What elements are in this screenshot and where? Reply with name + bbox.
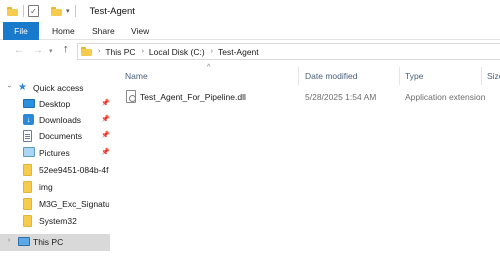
up-arrow-icon[interactable]: ↑ xyxy=(63,43,69,55)
pin-icon[interactable]: 📌 xyxy=(101,99,110,107)
sidebar-item-this-pc[interactable]: › This PC xyxy=(0,234,110,251)
breadcrumb-local-disk[interactable]: Local Disk (C:) xyxy=(149,47,205,57)
column-header-date-modified[interactable]: Date modified xyxy=(305,71,357,81)
address-bar[interactable]: › This PC › Local Disk (C:) › Test-Agent xyxy=(77,43,500,60)
sidebar-item-label: Desktop xyxy=(39,99,71,109)
sidebar-item-label: Downloads xyxy=(39,115,82,125)
documents-icon xyxy=(23,130,32,142)
customize-dropdown-icon[interactable]: ▾ xyxy=(66,7,70,15)
folder-icon xyxy=(7,6,18,16)
column-divider[interactable] xyxy=(399,67,400,85)
window-title: Test-Agent xyxy=(89,5,135,17)
column-header-name[interactable]: Name xyxy=(125,71,148,81)
sidebar-item-documents[interactable]: Documents 📌 xyxy=(0,128,110,144)
folder-icon xyxy=(23,198,32,210)
folder-icon xyxy=(81,47,92,56)
tab-file[interactable]: File xyxy=(3,22,39,40)
sidebar-item-label: M3G_Exc_Signature xyxy=(39,199,109,209)
file-date-modified: 5/28/2025 1:54 AM xyxy=(305,92,377,102)
column-header-type[interactable]: Type xyxy=(405,71,423,81)
sidebar-item-label: Documents xyxy=(39,131,82,141)
toolbar-divider xyxy=(74,5,76,17)
folder-icon xyxy=(23,181,32,193)
file-type: Application extension xyxy=(405,92,486,102)
chevron-down-icon[interactable]: › xyxy=(6,85,13,87)
pictures-icon xyxy=(23,147,35,157)
tab-view[interactable]: View xyxy=(131,22,149,40)
breadcrumb-test-agent[interactable]: Test-Agent xyxy=(218,47,259,57)
column-divider[interactable] xyxy=(298,67,299,85)
table-row[interactable]: Test_Agent_For_Pipeline.dll 5/28/2025 1:… xyxy=(120,89,500,105)
sort-ascending-icon: ^ xyxy=(207,64,211,71)
sidebar-item-downloads[interactable]: ↓ Downloads 📌 xyxy=(0,112,110,128)
sidebar-item-quick-access[interactable]: › ★ Quick access xyxy=(0,80,110,96)
pin-icon[interactable]: 📌 xyxy=(101,115,110,123)
new-folder-icon[interactable] xyxy=(51,6,62,16)
sidebar-item-label: Quick access xyxy=(33,83,84,93)
properties-check-icon[interactable]: ✓ xyxy=(28,5,39,17)
downloads-icon: ↓ xyxy=(23,114,34,125)
column-divider[interactable] xyxy=(481,67,482,85)
title-bar: ✓ ▾ Test-Agent xyxy=(0,0,500,22)
desktop-icon xyxy=(23,99,35,108)
sidebar-item-label: 52ee9451-084b-4fc6 xyxy=(39,165,109,175)
sidebar-item-img[interactable]: img xyxy=(0,179,110,195)
tab-share[interactable]: Share xyxy=(92,22,115,40)
tab-home[interactable]: Home xyxy=(52,22,75,40)
forward-arrow-icon[interactable]: → xyxy=(33,45,43,56)
recent-locations-chevron-icon[interactable]: ▾ xyxy=(49,47,53,55)
chevron-right-icon[interactable]: › xyxy=(142,48,144,55)
sidebar-item-label: System32 xyxy=(39,216,77,226)
pin-icon[interactable]: 📌 xyxy=(101,148,110,156)
pin-icon[interactable]: 📌 xyxy=(101,131,110,139)
sidebar-item-label: Pictures xyxy=(39,148,70,158)
sidebar-item-m3g-exc-signature[interactable]: M3G_Exc_Signature xyxy=(0,196,110,212)
star-icon: ★ xyxy=(18,82,27,93)
dll-file-icon xyxy=(126,90,136,103)
computer-icon xyxy=(18,237,30,246)
ribbon-tabs: File Home Share View xyxy=(0,22,500,40)
chevron-right-icon[interactable]: › xyxy=(8,237,10,244)
column-header-size[interactable]: Size xyxy=(487,71,500,81)
chevron-right-icon[interactable]: › xyxy=(211,48,213,55)
folder-icon xyxy=(23,164,32,176)
navigation-bar: ← → ▾ ↑ › This PC › Local Disk (C:) › Te… xyxy=(0,40,500,63)
toolbar-divider xyxy=(23,5,24,17)
sidebar-item-system32[interactable]: System32 xyxy=(0,213,110,229)
chevron-right-icon[interactable]: › xyxy=(98,48,100,55)
folder-icon xyxy=(23,215,32,227)
back-arrow-icon[interactable]: ← xyxy=(14,45,24,56)
sidebar-item-label: This PC xyxy=(33,237,64,247)
sidebar-item-pictures[interactable]: Pictures 📌 xyxy=(0,145,110,161)
navigation-pane: › ★ Quick access Desktop 📌 ↓ Downloads 📌… xyxy=(0,63,110,257)
breadcrumb-this-pc[interactable]: This PC xyxy=(105,47,135,57)
sidebar-item-desktop[interactable]: Desktop 📌 xyxy=(0,96,110,112)
file-name[interactable]: Test_Agent_For_Pipeline.dll xyxy=(140,92,246,102)
sidebar-item-folder-52ee9451[interactable]: 52ee9451-084b-4fc6 xyxy=(0,162,110,178)
file-list: ^ Name Date modified Type Size Test_Agen… xyxy=(110,63,500,257)
sidebar-item-label: img xyxy=(39,182,53,192)
